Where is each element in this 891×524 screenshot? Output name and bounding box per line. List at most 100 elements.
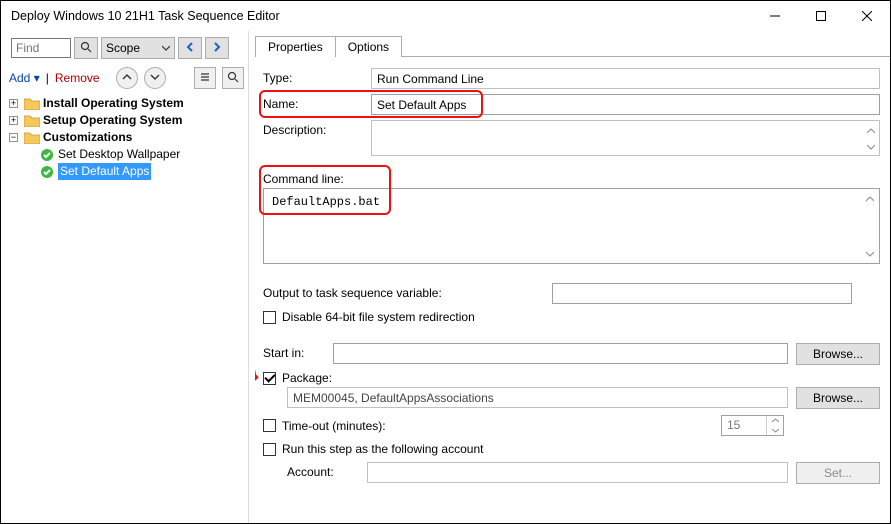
scope-label: Scope — [106, 41, 140, 55]
output-input[interactable] — [552, 283, 852, 304]
package-browse-button[interactable]: Browse... — [796, 387, 880, 409]
find-input[interactable] — [11, 38, 71, 58]
account-input — [367, 462, 788, 483]
type-value: Run Command Line — [371, 68, 880, 89]
row-output-var: Output to task sequence variable: — [263, 283, 880, 304]
nav-back-button[interactable] — [178, 37, 202, 59]
cmd-scrollbar[interactable] — [861, 190, 878, 262]
tab-options[interactable]: Options — [335, 36, 402, 57]
tree-item-customizations[interactable]: − Customizations — [9, 129, 242, 146]
tree-item-setup-os[interactable]: + Setup Operating System — [9, 112, 242, 129]
search-icon — [80, 41, 92, 56]
window-buttons — [752, 1, 890, 31]
nav-forward-button[interactable] — [205, 37, 229, 59]
properties-button[interactable] — [194, 67, 216, 89]
name-label: Name: — [263, 94, 371, 111]
cmd-input[interactable]: DefaultApps.bat — [263, 188, 880, 264]
tree-label: Set Default Apps — [58, 163, 151, 180]
close-button[interactable] — [844, 1, 890, 31]
right-panel: Properties Options Type: Run Command Lin… — [249, 31, 890, 523]
search-button[interactable] — [74, 37, 98, 59]
window-title: Deploy Windows 10 21H1 Task Sequence Edi… — [11, 9, 752, 23]
folder-icon — [24, 113, 40, 129]
desc-scroll-arrows — [867, 123, 875, 153]
titlebar: Deploy Windows 10 21H1 Task Sequence Edi… — [1, 1, 890, 31]
expand-icon[interactable]: + — [9, 116, 18, 125]
window-root: Deploy Windows 10 21H1 Task Sequence Edi… — [0, 0, 891, 524]
package-label: Package: — [282, 371, 332, 385]
chevron-down-icon — [162, 41, 170, 55]
folder-icon — [24, 130, 40, 146]
search-icon — [227, 71, 239, 86]
search-button-2[interactable] — [222, 67, 244, 89]
caret-up-icon[interactable] — [861, 190, 878, 207]
add-button[interactable]: Add ▾ — [9, 71, 40, 85]
task-tree[interactable]: + Install Operating System + Setup Opera… — [5, 93, 244, 182]
move-up-button[interactable] — [116, 67, 138, 89]
type-label: Type: — [263, 68, 371, 85]
row-runas[interactable]: Run this step as the following account — [263, 442, 880, 456]
arrow-right-icon — [211, 41, 223, 56]
tree-label: Set Desktop Wallpaper — [58, 146, 180, 163]
package-checkbox[interactable] — [263, 372, 276, 385]
row-type: Type: Run Command Line — [263, 68, 880, 89]
arrow-left-icon — [184, 41, 196, 56]
tree-label: Install Operating System — [43, 95, 184, 112]
folder-icon — [24, 96, 40, 112]
spinner-up-icon[interactable] — [767, 416, 783, 426]
startin-label: Start in: — [263, 343, 333, 360]
collapse-icon[interactable]: − — [9, 133, 18, 142]
cmd-section: Command line: DefaultApps.bat — [263, 169, 880, 264]
add-remove-toolbar: Add ▾ | Remove — [5, 65, 244, 93]
row-package-value: MEM00045, DefaultAppsAssociations Browse… — [263, 387, 880, 409]
caret-down-icon[interactable] — [861, 245, 878, 262]
output-label: Output to task sequence variable: — [263, 283, 442, 300]
cmd-value: DefaultApps.bat — [264, 189, 879, 215]
name-input[interactable]: Set Default Apps — [371, 94, 880, 115]
timeout-value: 15 — [722, 416, 766, 435]
caret-down-icon — [867, 139, 875, 153]
row-timeout[interactable]: Time-out (minutes): 15 — [263, 415, 880, 436]
find-toolbar: Scope — [11, 37, 244, 59]
check-icon — [39, 147, 55, 163]
tree-item-default-apps[interactable]: Set Default Apps — [9, 163, 242, 180]
runas-checkbox[interactable] — [263, 443, 276, 456]
row-description: Description: — [263, 120, 880, 156]
maximize-button[interactable] — [798, 1, 844, 31]
startin-input[interactable] — [333, 343, 788, 364]
expand-icon[interactable]: + — [9, 99, 18, 108]
row-package-check[interactable]: Package: — [263, 371, 880, 385]
minimize-button[interactable] — [752, 1, 798, 31]
disable64-label: Disable 64-bit file system redirection — [282, 310, 475, 324]
chevron-down-icon — [150, 71, 160, 85]
tree-item-install-os[interactable]: + Install Operating System — [9, 95, 242, 112]
tab-properties[interactable]: Properties — [255, 36, 336, 57]
scope-select[interactable]: Scope — [101, 37, 175, 59]
remove-button[interactable]: Remove — [55, 71, 100, 85]
account-label: Account: — [287, 462, 367, 479]
description-input[interactable] — [371, 120, 880, 156]
properties-pane: Type: Run Command Line Name: Set Default… — [255, 57, 890, 523]
chevron-up-icon — [122, 71, 132, 85]
package-input: MEM00045, DefaultAppsAssociations — [287, 387, 788, 408]
tree-label: Customizations — [43, 129, 132, 146]
timeout-spinner[interactable]: 15 — [721, 415, 784, 436]
left-panel: Scope Add ▾ | Remove — [1, 31, 249, 523]
tree-item-wallpaper[interactable]: Set Desktop Wallpaper — [9, 146, 242, 163]
row-startin: Start in: Browse... — [263, 343, 880, 365]
row-disable64[interactable]: Disable 64-bit file system redirection — [263, 310, 880, 324]
list-icon — [199, 71, 211, 86]
caret-up-icon — [867, 123, 875, 137]
spinner-down-icon[interactable] — [767, 426, 783, 436]
tabstrip: Properties Options — [255, 33, 890, 57]
timeout-checkbox[interactable] — [263, 419, 276, 432]
runas-label: Run this step as the following account — [282, 442, 483, 456]
separator: | — [46, 71, 49, 85]
row-name: Name: Set Default Apps — [263, 94, 880, 115]
startin-browse-button[interactable]: Browse... — [796, 343, 880, 365]
dropdown-caret-icon: ▾ — [34, 71, 40, 85]
move-down-button[interactable] — [144, 67, 166, 89]
disable64-checkbox[interactable] — [263, 311, 276, 324]
cmd-label: Command line: — [263, 169, 880, 186]
check-icon — [39, 164, 55, 180]
